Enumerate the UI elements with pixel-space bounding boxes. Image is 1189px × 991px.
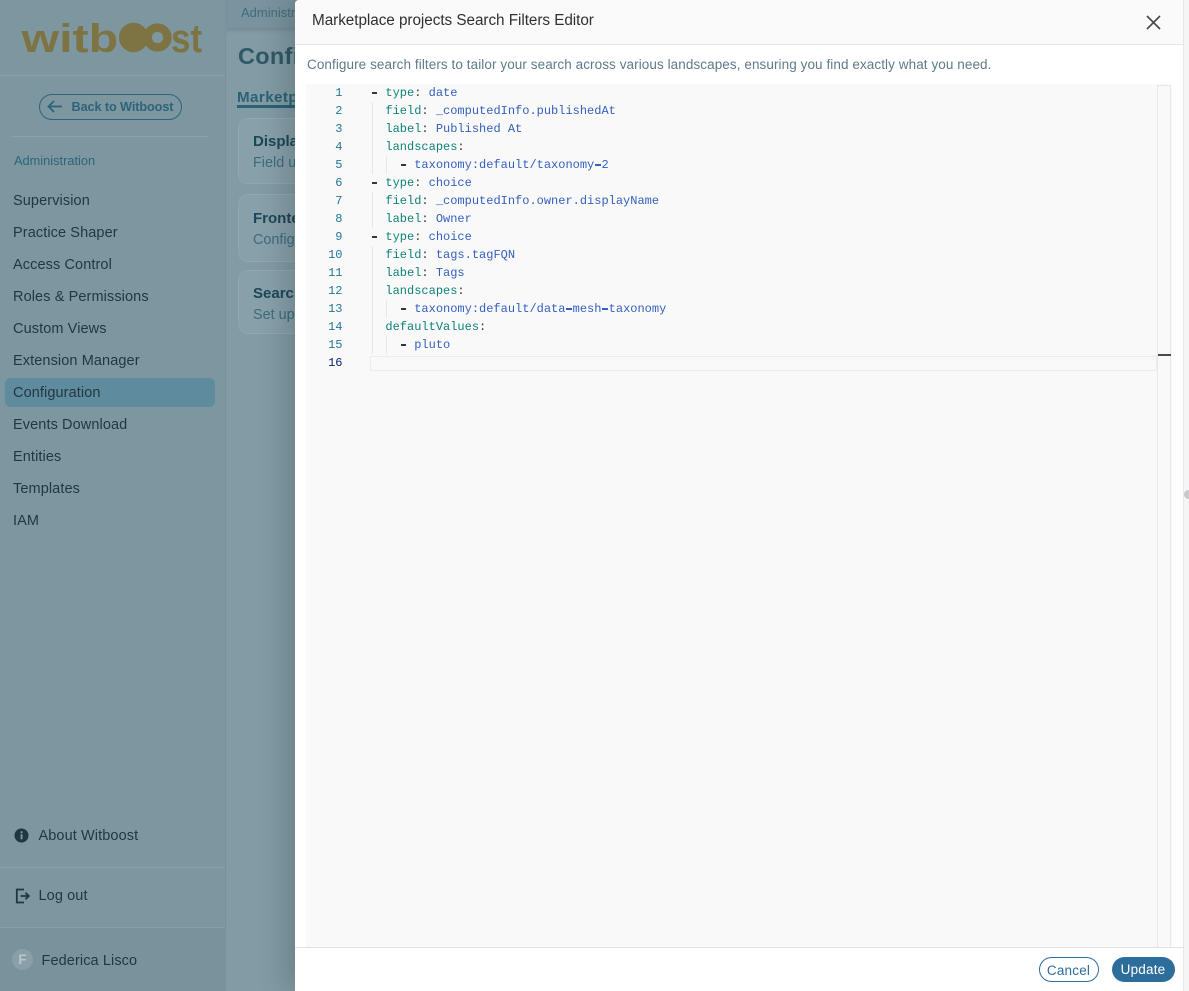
svg-text:st: st [171,16,203,58]
svg-text:witb: witb [20,17,118,58]
